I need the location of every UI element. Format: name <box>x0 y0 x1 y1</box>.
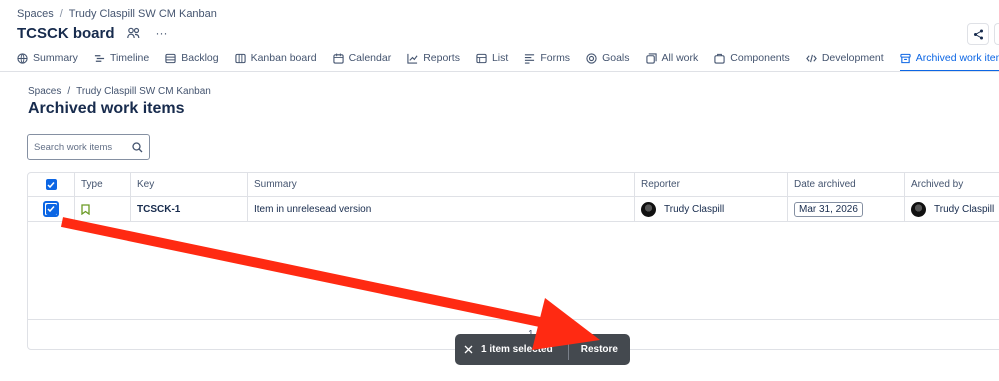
column-header-key[interactable]: Key <box>130 173 247 196</box>
breadcrumb-spaces-link[interactable]: Spaces <box>28 86 61 97</box>
avatar <box>911 201 926 217</box>
selection-toolbar: 1 item selected Restore <box>455 334 630 365</box>
table-row[interactable]: TCSCK-1 Item in unrelesead version Trudy… <box>28 197 999 222</box>
tab-all-work[interactable]: All work <box>645 46 705 70</box>
tab-label: Reports <box>423 52 460 64</box>
tab-goals[interactable]: Goals <box>586 46 635 70</box>
all-work-icon <box>645 52 657 64</box>
select-all-checkbox[interactable] <box>45 179 57 190</box>
tab-label: Backlog <box>181 52 219 64</box>
top-breadcrumb: Spaces / Trudy Claspill SW CM Kanban <box>17 8 217 20</box>
breadcrumb-spaces-link[interactable]: Spaces <box>17 8 54 20</box>
row-checkbox[interactable] <box>43 201 59 217</box>
search-input[interactable]: Search work items <box>27 134 150 160</box>
row-checkbox-checked <box>45 203 57 215</box>
summary-cell[interactable]: Item in unrelesead version <box>247 197 634 221</box>
chart-icon <box>407 53 418 64</box>
tab-kanban-board[interactable]: Kanban board <box>234 46 323 70</box>
actions-button[interactable] <box>994 23 999 45</box>
date-archived-cell: Mar 31, 2026 <box>787 197 904 221</box>
project-tabs: Summary Timeline Backlog Kanban board Ca… <box>0 46 999 72</box>
breadcrumb-separator: / <box>59 8 63 20</box>
type-cell <box>74 197 130 221</box>
key-cell[interactable]: TCSCK-1 <box>130 197 247 221</box>
select-all-cell <box>28 173 74 196</box>
tab-backlog[interactable]: Backlog <box>165 46 224 70</box>
tab-label: Timeline <box>109 52 150 64</box>
people-icon[interactable] <box>125 24 143 42</box>
tab-label: Components <box>730 52 790 64</box>
tab-summary[interactable]: Summary <box>17 46 84 70</box>
archived-by-cell: Trudy Claspill <box>904 197 999 221</box>
search-icon <box>132 141 143 152</box>
archive-icon <box>900 53 911 63</box>
breadcrumb-separator: / <box>67 86 71 97</box>
list-icon <box>476 53 487 63</box>
reporter-cell: Trudy Claspill <box>634 197 787 221</box>
board-title-row: TCSCK board ··· <box>17 24 171 42</box>
target-icon <box>586 52 597 64</box>
tab-calendar[interactable]: Calendar <box>332 46 398 70</box>
tab-archived-work-items[interactable]: Archived work items <box>899 46 999 72</box>
toolbar-divider <box>567 339 569 360</box>
tab-label: Forms <box>540 52 571 64</box>
tabs-divider <box>0 71 999 72</box>
globe-icon <box>17 52 28 64</box>
backlog-icon <box>165 53 176 63</box>
forms-icon <box>525 53 535 64</box>
restore-button[interactable]: Restore <box>581 344 618 355</box>
tab-forms[interactable]: Forms <box>524 46 576 70</box>
clear-selection-button[interactable] <box>455 345 481 354</box>
column-header-reporter[interactable]: Reporter <box>634 173 787 196</box>
selection-count: 1 item selected <box>481 344 553 355</box>
code-icon <box>806 54 817 62</box>
breadcrumb-project-link[interactable]: Trudy Claspill SW CM Kanban <box>69 8 217 20</box>
page-title: Archived work items <box>28 100 185 117</box>
check-icon <box>47 181 55 188</box>
tab-label: Archived work items <box>915 52 999 64</box>
tab-components[interactable]: Components <box>714 46 796 70</box>
date-chip: Mar 31, 2026 <box>794 201 863 217</box>
column-header-archived-by[interactable]: Archived by <box>904 173 999 196</box>
reporter-name: Trudy Claspill <box>664 203 725 215</box>
page-breadcrumb: Spaces / Trudy Claspill SW CM Kanban <box>28 86 211 97</box>
tab-label: Kanban board <box>250 52 317 64</box>
component-icon <box>714 53 725 64</box>
board-icon <box>234 53 246 63</box>
breadcrumb-project-link[interactable]: Trudy Claspill SW CM Kanban <box>76 86 211 97</box>
search-placeholder: Search work items <box>34 141 113 153</box>
avatar <box>641 201 656 217</box>
table-header: Type Key Summary Reporter Date archived … <box>28 173 999 197</box>
archived-items-table: Type Key Summary Reporter Date archived … <box>27 172 999 350</box>
timeline-icon <box>94 54 105 62</box>
column-header-date-archived[interactable]: Date archived <box>787 173 904 196</box>
row-select-cell <box>28 197 74 221</box>
share-icon <box>973 29 983 39</box>
share-button[interactable] <box>967 23 989 45</box>
pagination-divider <box>28 319 999 320</box>
tab-label: All work <box>661 52 699 64</box>
check-icon <box>47 206 55 213</box>
tab-timeline[interactable]: Timeline <box>94 46 155 70</box>
story-icon <box>81 203 90 215</box>
column-header-summary[interactable]: Summary <box>247 173 634 196</box>
tab-label: Calendar <box>348 52 392 64</box>
column-header-type[interactable]: Type <box>74 173 130 196</box>
tab-reports[interactable]: Reports <box>407 46 466 70</box>
calendar-icon <box>332 52 344 64</box>
archived-by-name: Trudy Claspill <box>934 203 995 215</box>
tab-development[interactable]: Development <box>806 46 890 70</box>
tab-label: Goals <box>602 52 630 64</box>
more-icon[interactable]: ··· <box>153 24 171 42</box>
tab-label: Summary <box>33 52 78 64</box>
tab-list[interactable]: List <box>476 46 514 70</box>
tab-label: List <box>491 52 509 64</box>
board-title: TCSCK board <box>17 24 115 42</box>
close-icon <box>464 345 472 354</box>
tab-label: Development <box>821 52 884 64</box>
